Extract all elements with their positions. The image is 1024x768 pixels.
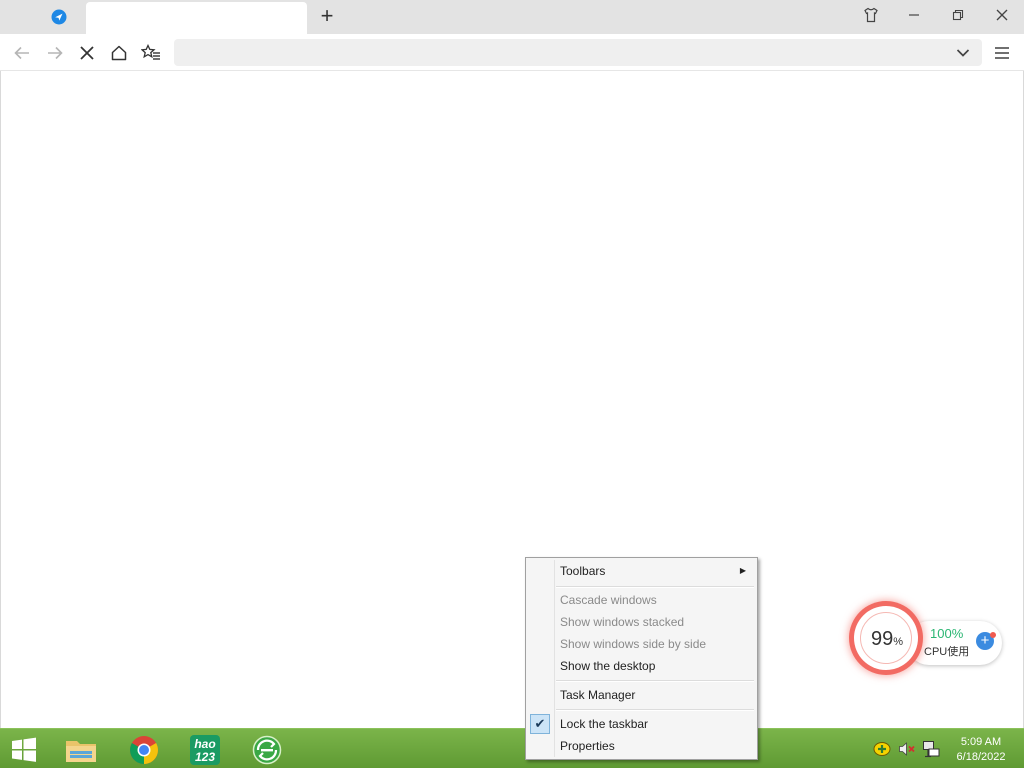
main-menu-button[interactable] <box>991 42 1013 64</box>
tab-bar: + <box>0 0 1024 34</box>
chrome-taskbar-button[interactable] <box>124 732 164 768</box>
clock-time: 5:09 AM <box>960 736 1002 748</box>
menu-item-show-the-desktop[interactable]: Show the desktop <box>529 655 754 677</box>
star-list-icon <box>141 44 160 60</box>
address-input[interactable] <box>184 39 948 68</box>
cpu-percent-sign: % <box>893 636 904 648</box>
windows-logo-icon <box>12 737 36 762</box>
menu-item-label: Task Manager <box>560 688 636 702</box>
clock-date: 6/18/2022 <box>956 751 1006 763</box>
network-tray-icon[interactable] <box>922 740 940 758</box>
stop-loading-button[interactable] <box>76 42 98 64</box>
minimize-icon <box>909 14 919 16</box>
menu-separator <box>556 709 754 711</box>
menu-item-lock-the-taskbar[interactable]: ✔ Lock the taskbar <box>529 713 754 735</box>
security-tray-icon[interactable] <box>873 741 891 757</box>
menu-item-cascade-windows[interactable]: Cascade windows <box>529 589 754 611</box>
menu-item-label: Cascade windows <box>560 593 657 607</box>
menu-item-show-windows-side-by-side[interactable]: Show windows side by side <box>529 633 754 655</box>
menu-item-label: Lock the taskbar <box>560 717 649 731</box>
close-window-button[interactable] <box>990 5 1014 25</box>
home-button[interactable] <box>108 42 130 64</box>
address-bar <box>174 39 982 68</box>
arrow-left-icon <box>14 46 29 60</box>
menu-item-properties[interactable]: Properties <box>529 735 754 757</box>
taskbar: hao 123 5:09 AM 6/18/2022 <box>0 728 1024 768</box>
home-icon <box>111 45 127 61</box>
hao123-icon: hao 123 <box>190 735 220 765</box>
cpu-percent-value: 99 <box>870 628 894 650</box>
checkmark-icon: ✔ <box>530 714 550 734</box>
file-explorer-taskbar-button[interactable] <box>61 732 101 768</box>
menu-item-toolbars[interactable]: Toolbars ▶ <box>529 560 754 582</box>
cpu-usage-label: CPU使用 <box>924 646 970 658</box>
folder-icon <box>66 741 96 762</box>
close-icon <box>80 46 94 60</box>
taskbar-clock[interactable]: 5:09 AM 6/18/2022 <box>946 735 1016 765</box>
hao123-text-top: hao <box>194 737 215 751</box>
submenu-arrow-icon: ▶ <box>739 566 746 575</box>
chrome-icon <box>130 736 158 764</box>
tab-favicon-icon <box>51 9 67 25</box>
hao123-taskbar-button[interactable]: hao 123 <box>185 732 225 768</box>
shirt-icon <box>864 7 878 23</box>
menu-item-task-manager[interactable]: Task Manager <box>529 684 754 706</box>
menu-item-show-windows-stacked[interactable]: Show windows stacked <box>529 611 754 633</box>
active-tab[interactable] <box>86 2 307 34</box>
menu-item-label: Show the desktop <box>560 659 656 673</box>
menu-item-label: Properties <box>560 739 615 753</box>
notification-dot <box>990 632 996 638</box>
skin-shirt-button[interactable] <box>859 5 883 25</box>
close-icon <box>996 9 1008 21</box>
browser-tab[interactable] <box>30 6 86 28</box>
restore-icon <box>952 9 964 21</box>
menu-item-label: Show windows side by side <box>560 637 707 651</box>
360-browser-taskbar-button[interactable] <box>247 732 287 768</box>
favorites-button[interactable] <box>140 42 162 64</box>
minimize-button[interactable] <box>902 5 926 25</box>
cpu-usage-widget[interactable]: 99% 100% CPU使用 + <box>852 603 1004 677</box>
back-button[interactable] <box>11 42 33 64</box>
menu-separator <box>556 680 754 682</box>
menu-separator <box>556 586 754 588</box>
cpu-gauge-ring: 99% <box>854 606 918 670</box>
forward-button[interactable] <box>44 42 66 64</box>
cpu-usage-value: 100% <box>930 626 964 641</box>
chevron-down-icon[interactable] <box>956 47 970 59</box>
hamburger-menu-icon <box>995 47 1009 59</box>
start-button[interactable] <box>4 732 44 768</box>
360-browser-icon <box>252 735 282 765</box>
new-tab-button[interactable]: + <box>316 5 338 27</box>
cpu-percent: 99% <box>854 628 920 651</box>
volume-muted-icon[interactable] <box>898 741 916 757</box>
taskbar-context-menu: Toolbars ▶ Cascade windows Show windows … <box>525 557 758 760</box>
hao123-text-bottom: 123 <box>195 750 215 764</box>
menu-item-label: Toolbars <box>560 564 606 578</box>
arrow-right-icon <box>48 46 63 60</box>
restore-button[interactable] <box>946 5 970 25</box>
menu-item-label: Show windows stacked <box>560 615 685 629</box>
